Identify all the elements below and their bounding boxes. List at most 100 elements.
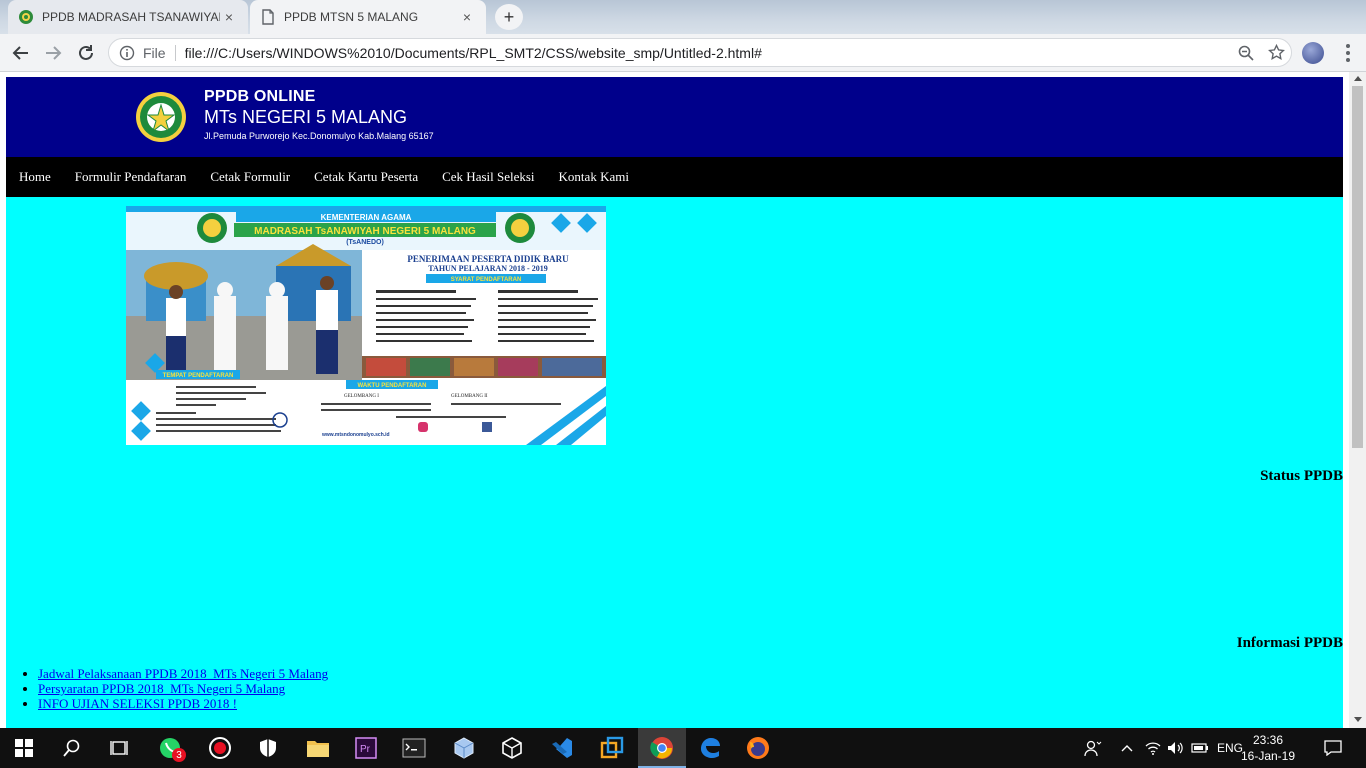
- list-item: Persyaratan PPDB 2018_MTs Negeri 5 Malan…: [38, 681, 328, 696]
- school-favicon-icon: [18, 9, 34, 25]
- main-navigation: Home Formulir Pendaftaran Cetak Formulir…: [6, 157, 1343, 197]
- back-arrow-icon: [12, 46, 28, 60]
- back-button[interactable]: [8, 40, 34, 66]
- new-tab-button[interactable]: +: [495, 4, 523, 30]
- clock-date: 16-Jan-19: [1240, 749, 1296, 763]
- page-viewport: PPDB ONLINE MTs NEGERI 5 MALANG Jl.Pemud…: [0, 72, 1366, 728]
- nav-home[interactable]: Home: [19, 169, 51, 185]
- banner-syarat: SYARAT PENDAFTARAN: [451, 277, 522, 283]
- url-text[interactable]: file:///C:/Users/WINDOWS%2010/Documents/…: [185, 45, 1231, 61]
- link-persyaratan[interactable]: Persyaratan PPDB 2018_MTs Negeri 5 Malan…: [38, 681, 285, 696]
- profile-avatar[interactable]: [1302, 42, 1324, 64]
- zoom-icon[interactable]: [1231, 45, 1261, 61]
- nav-cek-hasil-seleksi[interactable]: Cek Hasil Seleksi: [442, 169, 534, 185]
- list-item: Jadwal Pelaksanaan PPDB 2018_MTs Negeri …: [38, 666, 328, 681]
- taskbar-whatsapp[interactable]: 3: [146, 728, 194, 768]
- scroll-up-arrow-icon[interactable]: [1354, 76, 1362, 81]
- cube-icon: [454, 737, 474, 759]
- nav-cetak-kartu-peserta[interactable]: Cetak Kartu Peserta: [314, 169, 418, 185]
- address-bar[interactable]: File file:///C:/Users/WINDOWS%2010/Docum…: [108, 38, 1292, 67]
- taskbar-record-app[interactable]: [196, 728, 244, 768]
- reload-button[interactable]: [73, 40, 99, 66]
- banner-tempat: TEMPAT PENDAFTARAN: [163, 373, 234, 379]
- tab-ppdb-mtsn[interactable]: PPDB MTSN 5 MALANG ×: [250, 0, 486, 34]
- browser-tab-strip: PPDB MADRASAH TSANAWIYAH × PPDB MTSN 5 M…: [0, 0, 1366, 36]
- link-info-ujian-seleksi[interactable]: INFO UJIAN SELEKSI PPDB 2018 !: [38, 696, 237, 711]
- forward-button[interactable]: [40, 40, 66, 66]
- premiere-icon: Pr: [355, 737, 377, 759]
- madrasah-logo: [136, 92, 186, 142]
- taskbar-file-explorer[interactable]: [294, 728, 342, 768]
- svg-text:Pr: Pr: [360, 744, 371, 755]
- clock-time: 23:36: [1252, 733, 1284, 747]
- volume-icon[interactable]: [1166, 728, 1184, 768]
- tab-close-icon[interactable]: ×: [220, 9, 238, 25]
- bookmark-star-icon[interactable]: [1261, 44, 1291, 61]
- tab-title: PPDB MADRASAH TSANAWIYAH: [42, 10, 220, 24]
- taskbar-terminal[interactable]: [390, 728, 438, 768]
- notification-center-icon[interactable]: [1322, 728, 1344, 768]
- status-ppdb-heading: Status PPDB: [1260, 468, 1343, 484]
- taskbar-firefox[interactable]: [734, 728, 782, 768]
- taskbar-window-app[interactable]: [588, 728, 636, 768]
- info-link-list: Jadwal Pelaksanaan PPDB 2018_MTs Negeri …: [38, 666, 328, 711]
- header-ppdb-online: PPDB ONLINE: [204, 88, 316, 105]
- document-icon: [260, 9, 276, 25]
- notification-badge: 3: [172, 748, 186, 762]
- ppdb-page: PPDB ONLINE MTs NEGERI 5 MALANG Jl.Pemud…: [6, 77, 1343, 728]
- system-clock[interactable]: 23:36 16-Jan-19: [1228, 732, 1308, 764]
- battery-icon[interactable]: [1190, 728, 1210, 768]
- edge-icon: [701, 738, 720, 758]
- wifi-icon[interactable]: [1144, 728, 1162, 768]
- people-icon[interactable]: [1082, 728, 1104, 768]
- taskbar-premiere[interactable]: Pr: [342, 728, 390, 768]
- site-header: PPDB ONLINE MTs NEGERI 5 MALANG Jl.Pemud…: [6, 77, 1343, 157]
- file-scheme-label: File: [143, 44, 166, 61]
- task-view-button[interactable]: [96, 728, 144, 768]
- nav-formulir-pendaftaran[interactable]: Formulir Pendaftaran: [75, 169, 187, 185]
- informasi-ppdb-heading: Informasi PPDB: [1236, 635, 1343, 651]
- scrollbar-thumb[interactable]: [1352, 86, 1363, 448]
- windows-overlap-icon: [600, 736, 624, 759]
- scroll-down-arrow-icon[interactable]: [1354, 717, 1362, 722]
- windows-taskbar: 3 Pr ENG 23:36 16-Jan-19: [0, 728, 1366, 768]
- banner-heading2: TAHUN PELAJARAN 2018 - 2019: [428, 264, 547, 273]
- tab-ppdb-madrasah[interactable]: PPDB MADRASAH TSANAWIYAH ×: [8, 0, 248, 34]
- nav-cetak-formulir[interactable]: Cetak Formulir: [210, 169, 290, 185]
- banner-abbr: (TsANEDO): [346, 239, 384, 246]
- start-button[interactable]: [0, 728, 48, 768]
- taskbar-edge[interactable]: [686, 728, 734, 768]
- banner-website: www.mtsndonomulyo.sch.id: [321, 432, 390, 438]
- show-hidden-icons-chevron-icon[interactable]: [1118, 728, 1136, 768]
- tab-close-icon[interactable]: ×: [458, 9, 476, 25]
- vscode-icon: [552, 738, 572, 758]
- 3d-cube-icon: [502, 737, 522, 759]
- record-icon: [209, 737, 231, 759]
- ppdb-banner-image: KEMENTERIAN AGAMA MADRASAH TsANAWIYAH NE…: [126, 206, 606, 445]
- windows-logo-icon: [15, 739, 33, 757]
- taskbar-chrome[interactable]: [638, 728, 686, 768]
- link-jadwal-pelaksanaan[interactable]: Jadwal Pelaksanaan PPDB 2018_MTs Negeri …: [38, 666, 328, 681]
- list-item: INFO UJIAN SELEKSI PPDB 2018 !: [38, 696, 328, 711]
- taskbar-vscode[interactable]: [538, 728, 586, 768]
- browser-menu-icon[interactable]: [1338, 40, 1358, 66]
- task-view-icon: [110, 741, 128, 755]
- header-address: Jl.Pemuda Purworejo Kec.Donomulyo Kab.Ma…: [204, 131, 434, 141]
- shield-icon: [260, 739, 276, 757]
- taskbar-security[interactable]: [244, 728, 292, 768]
- banner-gelombang2: GELOMBANG II: [451, 394, 488, 399]
- banner-ministry: KEMENTERIAN AGAMA: [321, 213, 412, 222]
- nav-kontak-kami[interactable]: Kontak Kami: [559, 169, 629, 185]
- banner-school: MADRASAH TsANAWIYAH NEGERI 5 MALANG: [254, 226, 476, 237]
- address-separator: [174, 44, 176, 61]
- vertical-scrollbar[interactable]: [1349, 72, 1366, 728]
- forward-arrow-icon: [46, 46, 62, 60]
- reload-icon: [79, 45, 93, 60]
- taskbar-virtualbox[interactable]: [440, 728, 488, 768]
- banner-heading1: PENERIMAAN PESERTA DIDIK BARU: [407, 254, 569, 264]
- info-icon[interactable]: [119, 45, 135, 61]
- search-button[interactable]: [48, 728, 96, 768]
- terminal-icon: [402, 738, 426, 758]
- chrome-icon: [650, 737, 673, 759]
- taskbar-3d-app[interactable]: [488, 728, 536, 768]
